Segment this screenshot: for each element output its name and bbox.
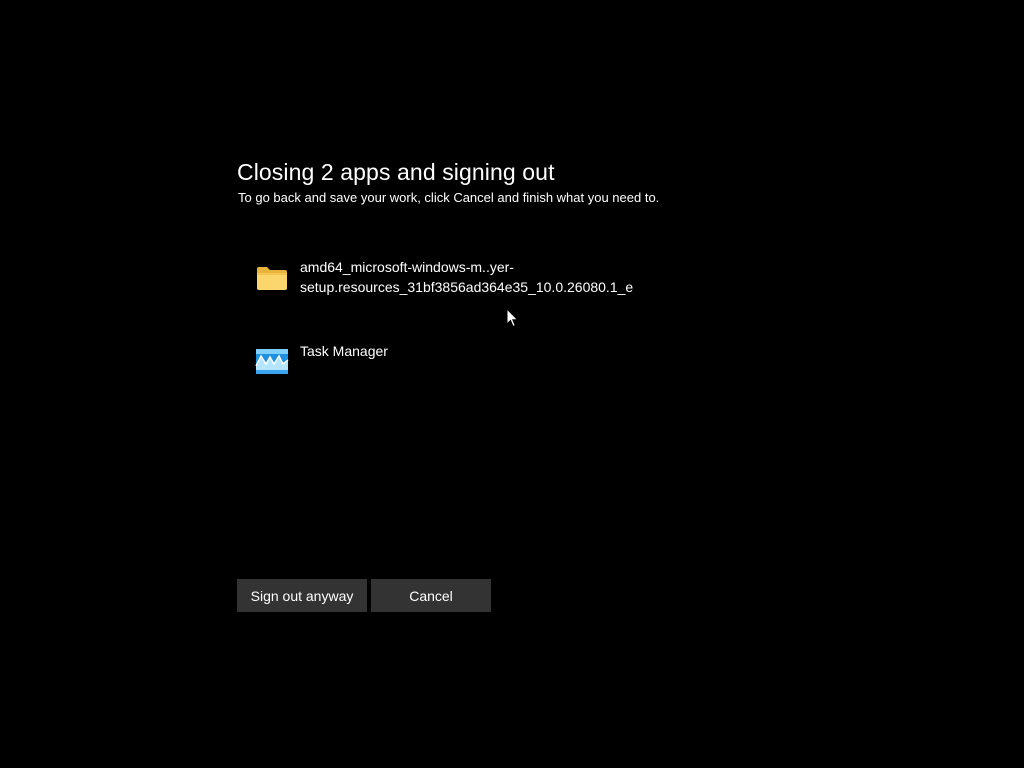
dialog-subtitle: To go back and save your work, click Can… xyxy=(238,190,660,205)
app-list-item-task-manager: Task Manager xyxy=(255,341,388,378)
dialog-title: Closing 2 apps and signing out xyxy=(237,159,555,185)
cancel-button[interactable]: Cancel xyxy=(371,579,491,612)
app-name-line-1: Task Manager xyxy=(300,343,388,359)
task-manager-icon xyxy=(255,349,289,374)
app-name-line-2: setup.resources_31bf3856ad364e35_10.0.26… xyxy=(300,279,634,295)
folder-icon xyxy=(257,267,287,290)
sign-out-anyway-button[interactable]: Sign out anyway xyxy=(237,579,367,612)
app-name-line-1: amd64_microsoft-windows-m..yer- xyxy=(300,259,514,275)
app-list-item-setup: amd64_microsoft-windows-m..yer- setup.re… xyxy=(255,257,633,297)
mouse-pointer-icon xyxy=(506,308,519,328)
sign-out-screen: Closing 2 apps and signing out To go bac… xyxy=(0,0,1024,768)
